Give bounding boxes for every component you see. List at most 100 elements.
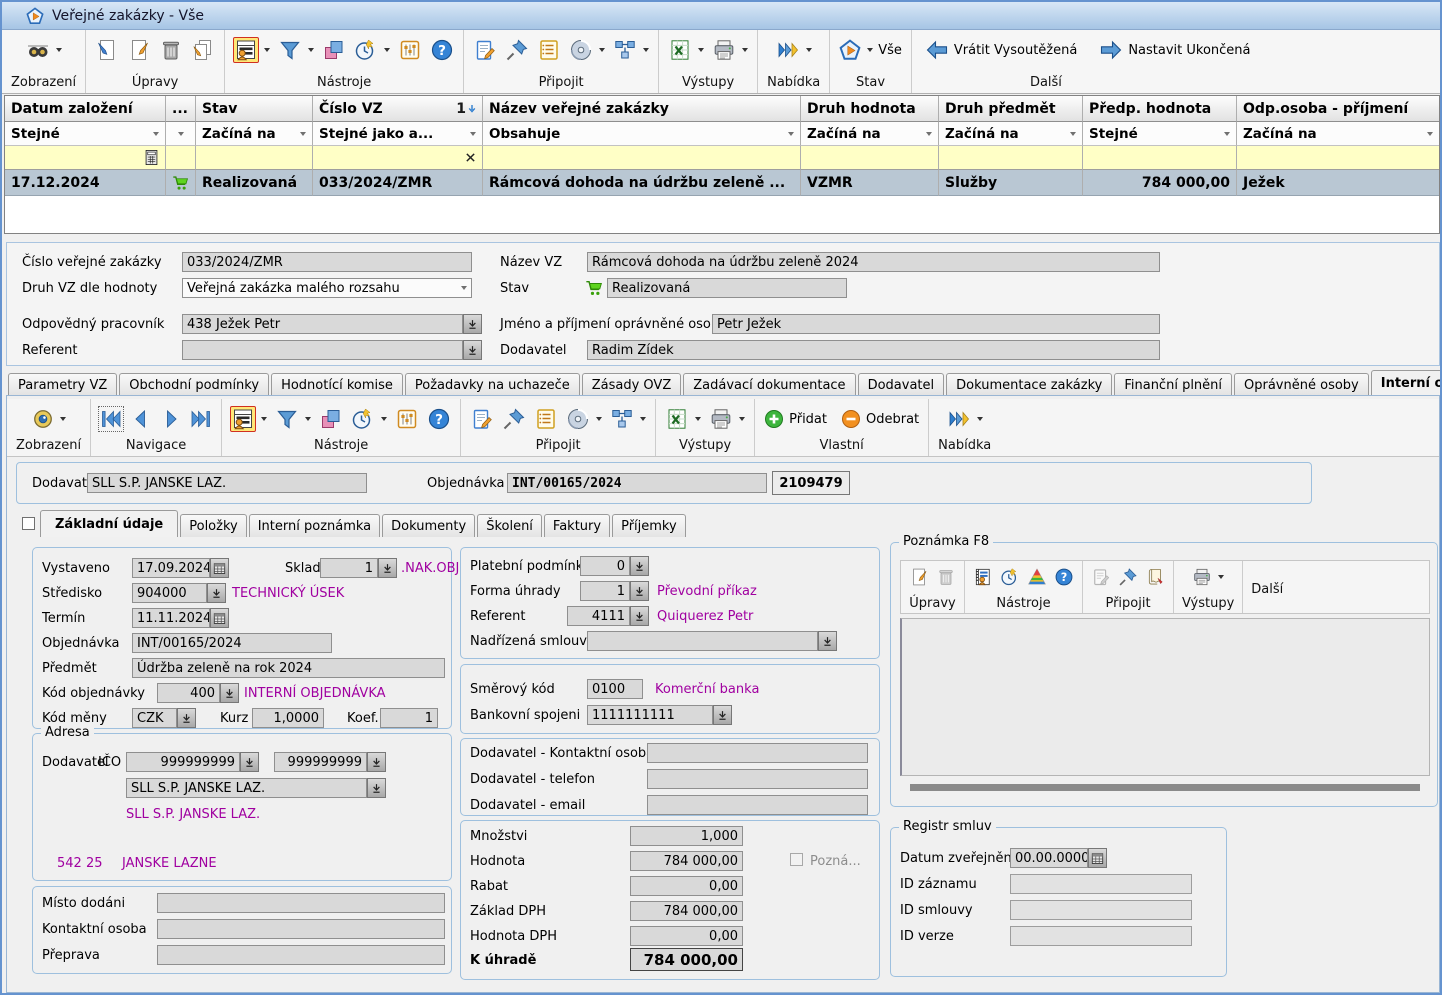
ico2-field[interactable]: 999999999	[274, 752, 367, 772]
contract-id-field[interactable]	[1010, 900, 1192, 920]
cell-druh-hodnota[interactable]: VZMR	[801, 170, 939, 196]
column-header[interactable]: Název veřejné zakázky	[483, 96, 801, 122]
help-icon[interactable]: ?	[1054, 567, 1074, 587]
export-excel-button[interactable]	[668, 38, 704, 62]
vat-amount-field[interactable]: 0,00	[630, 926, 743, 946]
checklist-icon[interactable]	[537, 38, 561, 62]
note-checkbox[interactable]	[790, 853, 803, 866]
note-scrollbar[interactable]	[910, 784, 1420, 791]
note-text-area[interactable]	[900, 618, 1430, 776]
cost-center-field[interactable]: 904000	[132, 583, 207, 603]
authorized-person-field[interactable]: Petr Ježek	[712, 314, 1160, 334]
layers-icon[interactable]	[322, 38, 346, 62]
version-id-field[interactable]	[1010, 926, 1192, 946]
help-icon[interactable]: ?	[430, 38, 454, 62]
filter-operator[interactable]: Obsahuje	[483, 122, 801, 146]
cell-stav[interactable]: Realizovaná	[196, 170, 313, 196]
order-number-field[interactable]: INT/00165/2024	[132, 633, 332, 653]
currency-field[interactable]: CZK	[132, 708, 177, 728]
clock-icon[interactable]	[1000, 567, 1020, 587]
delete-record-icon[interactable]	[159, 38, 183, 62]
tab-zakladni-udaje[interactable]: Základní údaje	[40, 510, 178, 537]
column-header[interactable]: Předp. hodnota	[1083, 96, 1237, 122]
tab-pozadavky[interactable]: Požadavky na uchazeče	[405, 373, 580, 396]
nav-last-icon[interactable]	[190, 408, 212, 430]
lookup-button[interactable]	[818, 631, 837, 651]
coefficient-field[interactable]: 1	[380, 708, 438, 728]
supplier-email-field[interactable]	[647, 795, 868, 815]
lookup-button[interactable]	[378, 558, 397, 578]
warehouse-field[interactable]: 1	[320, 558, 378, 578]
note-icon[interactable]	[470, 407, 494, 431]
tab-skoleni[interactable]: Školení	[477, 514, 542, 537]
note-icon[interactable]	[1091, 567, 1111, 587]
note-icon[interactable]	[473, 38, 497, 62]
lookup-button[interactable]	[207, 583, 226, 603]
lookup-button[interactable]	[463, 340, 482, 360]
print-button[interactable]	[709, 407, 745, 431]
parent-contract-field[interactable]	[587, 631, 818, 651]
filter-value-input[interactable]	[801, 146, 939, 170]
filter-operator[interactable]: Začíná na	[196, 122, 313, 146]
filter-value-input[interactable]	[196, 146, 313, 170]
deadline-field[interactable]: 11.11.2024	[132, 608, 210, 628]
referent-field[interactable]	[182, 340, 463, 360]
column-header[interactable]: Datum založení	[5, 96, 166, 122]
filter-operator[interactable]: Stejné	[1083, 122, 1237, 146]
media-button[interactable]	[569, 38, 605, 62]
lookup-button[interactable]	[630, 581, 649, 601]
tab-zasady-ovz[interactable]: Zásady OVZ	[582, 373, 682, 396]
vz-status-field[interactable]: Realizovaná	[607, 278, 847, 298]
cell-predp-hodnota[interactable]: 784 000,00	[1083, 170, 1237, 196]
column-header-sorted[interactable]: Číslo VZ1	[313, 96, 483, 122]
supplier-name-field[interactable]: SLL S.P. JANSKE LAZ.	[126, 778, 367, 798]
checklist-icon[interactable]	[534, 407, 558, 431]
settings-sliders-icon[interactable]	[395, 407, 419, 431]
print-button[interactable]	[712, 38, 748, 62]
add-button[interactable]: Přidat	[764, 409, 827, 429]
tab-opravnene-osoby[interactable]: Oprávněné osoby	[1234, 373, 1369, 396]
media-button[interactable]	[566, 407, 602, 431]
lookup-button[interactable]	[713, 705, 732, 725]
calendar-button[interactable]	[1088, 848, 1107, 868]
tab-faktury[interactable]: Faktury	[544, 514, 610, 537]
supplier-field[interactable]: Radim Zídek	[587, 340, 1160, 360]
bank-code-field[interactable]: 0100	[587, 679, 643, 699]
publish-date-field[interactable]: 00.00.0000	[1010, 848, 1088, 868]
tab-prijemky[interactable]: Příjemky	[612, 514, 686, 537]
cell-status-icon[interactable]	[166, 170, 196, 196]
filter-operator[interactable]: Začíná na	[939, 122, 1083, 146]
menu-button[interactable]	[947, 407, 983, 431]
tab-hodnotici-komise[interactable]: Hodnotící komise	[271, 373, 403, 396]
new-record-icon[interactable]	[95, 38, 119, 62]
nastavit-ukoncena-button[interactable]: Nastavit Ukončená	[1099, 38, 1250, 62]
history-button[interactable]	[351, 407, 387, 431]
vz-number-field[interactable]: 033/2024/ZMR	[182, 252, 472, 272]
tab-interni-poznamka[interactable]: Interní poznámka	[249, 514, 380, 537]
vratit-vysoutezena-button[interactable]: Vrátit Vysoutěžená	[925, 38, 1077, 62]
filter-operator[interactable]: Stejné jako a...	[313, 122, 483, 146]
ico-field[interactable]: 999999999	[126, 752, 240, 772]
payment-form-field[interactable]: 1	[580, 581, 630, 601]
filter-button[interactable]	[278, 38, 314, 62]
filter-value-input[interactable]	[483, 146, 801, 170]
subject-field[interactable]: Údržba zeleně na rok 2024	[132, 658, 445, 678]
filter-operator[interactable]: Začíná na	[801, 122, 939, 146]
clear-filter-icon[interactable]	[465, 152, 476, 163]
record-id-field[interactable]	[1010, 874, 1192, 894]
payment-condition-field[interactable]: 0	[580, 556, 630, 576]
tab-polozky[interactable]: Položky	[180, 514, 246, 537]
tab-zadavaci-dokumentace[interactable]: Zadávací dokumentace	[683, 373, 855, 396]
column-header[interactable]: Druh předmět	[939, 96, 1083, 122]
tab-parametry-vz[interactable]: Parametry VZ	[8, 373, 117, 396]
grid-data-row[interactable]: 17.12.2024 Realizovaná 033/2024/ZMR Rámc…	[5, 170, 1439, 196]
pin-icon[interactable]	[1118, 567, 1138, 587]
nav-first-icon[interactable]	[100, 408, 122, 430]
nav-next-icon[interactable]	[160, 408, 182, 430]
filter-value-input[interactable]	[313, 146, 483, 170]
display-settings-button[interactable]	[32, 408, 66, 430]
settings-sliders-icon[interactable]	[398, 38, 422, 62]
supplier-contact-field[interactable]	[647, 743, 868, 763]
scroll-icon[interactable]	[1145, 567, 1165, 587]
delivery-place-field[interactable]	[157, 893, 445, 913]
